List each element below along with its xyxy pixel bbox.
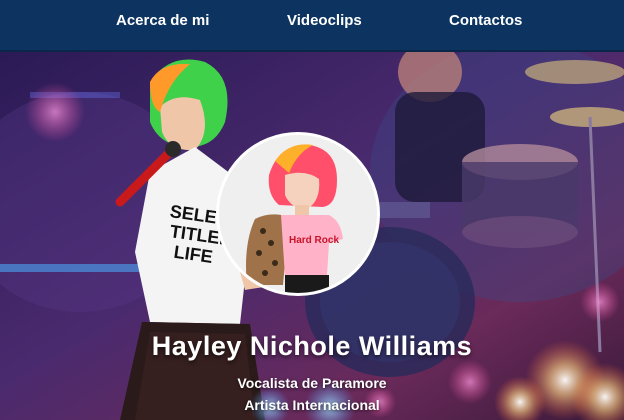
subtitle-status: Artista Internacional [244,397,380,413]
top-navbar: Acerca de mi Videoclips Contactos [0,0,624,52]
nav-link-contactos[interactable]: Contactos [449,12,522,29]
nav-link-acerca[interactable]: Acerca de mi [116,12,209,29]
svg-text:Hard Rock: Hard Rock [289,235,339,246]
hero-section: SELE TITLED LIFE Hard Rock Hayley Nichol… [0,52,624,420]
artist-name-heading: Hayley Nichole Williams [151,331,473,361]
nav-link-videoclips[interactable]: Videoclips [287,12,362,29]
profile-portrait-image: Hard Rock [219,135,377,293]
subtitle-role: Vocalista de Paramore [237,375,387,391]
profile-photo: Hard Rock [216,132,380,296]
